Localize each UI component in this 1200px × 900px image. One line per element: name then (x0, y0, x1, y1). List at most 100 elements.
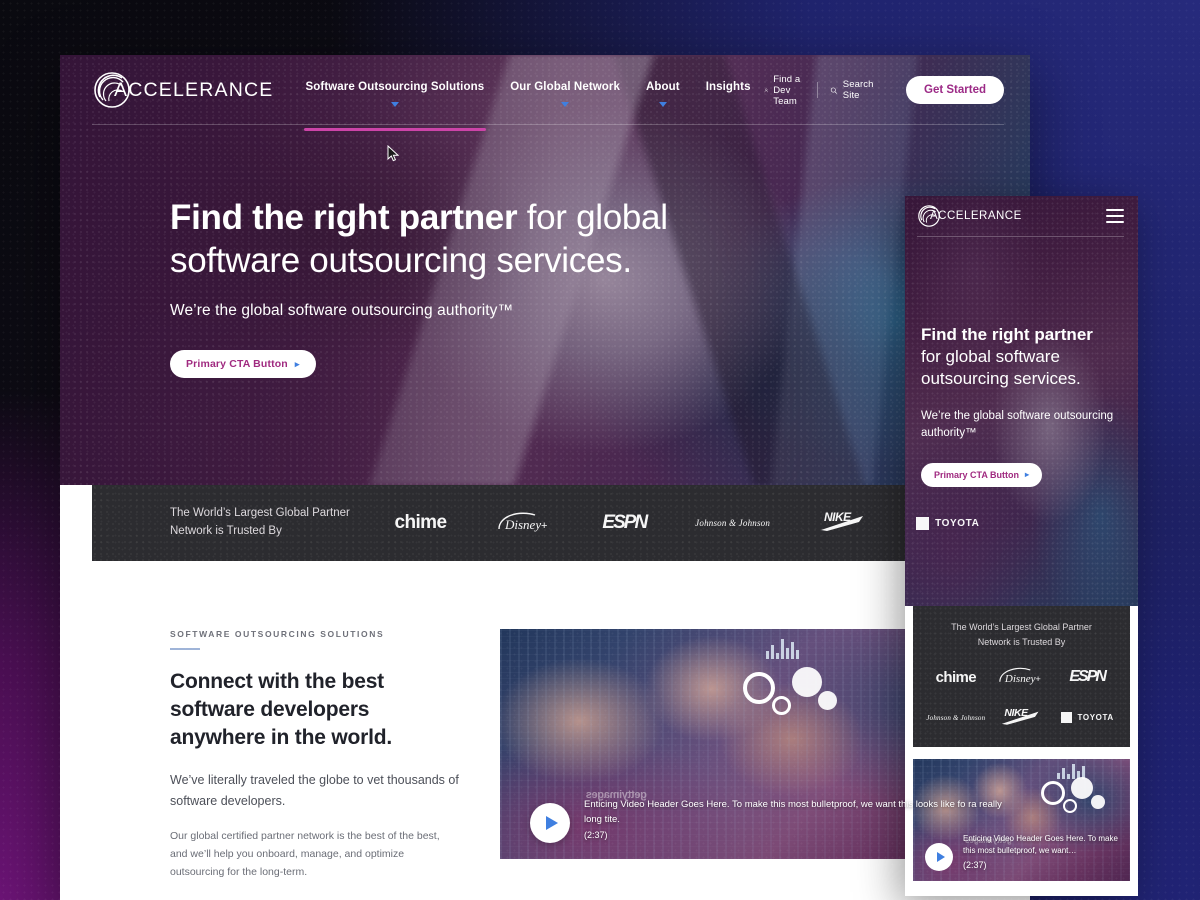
nav-utility-group: Find a Dev Team Search Site Get Started (751, 74, 1004, 107)
mobile-trusted-by-strip: The World’s Largest Global Partner Netwo… (913, 606, 1130, 747)
trusted-by-logo-strip: The World’s Largest Global Partner Netwo… (92, 485, 1030, 561)
mouse-cursor-icon (387, 144, 401, 163)
mobile-trusted-by-text: The World’s Largest Global Partner Netwo… (923, 620, 1120, 650)
hero-cta-label: Primary CTA Button (186, 358, 288, 371)
mobile-trusted-by-line-1: The World’s Largest Global Partner (951, 622, 1092, 632)
nav-item-our-global-network[interactable]: Our Global Network (510, 73, 620, 109)
search-site-link[interactable]: Search Site (817, 79, 890, 101)
nav-active-underline (303, 128, 487, 131)
mobile-mockup: ACCELERANCE Find the right partner for g… (905, 196, 1138, 896)
disney-plus-logo: Disney + (996, 664, 1046, 691)
mobile-hero-headline-bold: Find the right partner (921, 325, 1093, 344)
svg-text:+: + (541, 520, 547, 532)
circle-graphic (1063, 798, 1077, 813)
hero-primary-cta-button[interactable]: Primary CTA Button ▸ (170, 350, 316, 379)
trusted-by-line-1: The World’s Largest Global Partner (170, 507, 350, 520)
mobile-hero-copy: Find the right partner for global softwa… (905, 236, 1138, 487)
video-duration: (2:37) (584, 830, 608, 841)
hero-section: ACCELERANCE Software Outsourcing Solutio… (60, 55, 1030, 485)
arrow-right-icon: ▸ (1025, 470, 1030, 480)
hero-subheadline: We’re the global software outsourcing au… (170, 302, 514, 320)
espn-logo: ESPN (1069, 668, 1107, 686)
video-caption-text: Enticing Video Header Goes Here. To make… (584, 799, 1002, 825)
mobile-video-caption-text: Enticing Video Header Goes Here. To make… (963, 834, 1118, 856)
svg-text:Disney: Disney (504, 517, 541, 532)
play-button[interactable] (530, 803, 570, 843)
dot-graphic (1071, 776, 1093, 799)
nav-item-software-outsourcing-solutions[interactable]: Software Outsourcing Solutions (303, 73, 487, 131)
hero-headline: Find the right partner for global softwa… (170, 197, 730, 282)
eyebrow-accent-rule (170, 648, 200, 650)
circle-graphic (1041, 780, 1065, 805)
play-icon (546, 816, 558, 830)
hero-copy: Find the right partner for global softwa… (60, 125, 1030, 379)
toyota-wordmark: TOYOTA (935, 517, 980, 529)
mobile-hero-cta-label: Primary CTA Button (934, 469, 1020, 480)
nav-item-insights[interactable]: Insights (706, 73, 751, 109)
arrow-right-icon: ▸ (294, 358, 300, 369)
search-site-label: Search Site (842, 79, 874, 101)
dot-graphic (818, 691, 837, 710)
toyota-mark-icon (916, 516, 930, 530)
nav-item-label: Insights (705, 81, 751, 93)
section-lead-paragraph: We’ve literally traveled the globe to ve… (170, 773, 459, 808)
chime-logo: chime (394, 512, 448, 533)
hamburger-menu-icon[interactable] (1106, 209, 1124, 223)
mobile-hero-subheadline: We’re the global software outsourcing au… (921, 410, 1114, 439)
desktop-mockup: ACCELERANCE Software Outsourcing Solutio… (60, 55, 1030, 900)
main-navigation: ACCELERANCE Software Outsourcing Solutio… (60, 55, 1030, 131)
nav-item-label: Our Global Network (510, 81, 620, 93)
solutions-text-column: SOFTWARE OUTSOURCING SOLUTIONS Connect w… (170, 629, 500, 900)
circle-graphic (772, 696, 791, 715)
mobile-brand-logos: chime Disney + ESPN Johnson & Johnson NI… (923, 664, 1120, 731)
solutions-section: SOFTWARE OUTSOURCING SOLUTIONS Connect w… (60, 561, 1030, 900)
nike-logo: NIKE (1000, 705, 1042, 731)
trusted-by-line-2: Network is Trusted By (170, 525, 282, 537)
mobile-navigation: ACCELERANCE (905, 196, 1138, 236)
mobile-site-logo[interactable]: ACCELERANCE (917, 204, 1022, 228)
mobile-play-button[interactable] (925, 842, 953, 871)
section-heading: Connect with the best software developer… (170, 670, 392, 750)
nav-links: Software Outsourcing Solutions Our Globa… (303, 71, 751, 131)
section-body-paragraph: Our global certified partner network is … (170, 829, 440, 878)
toyota-logo: TOYOTA (916, 516, 980, 530)
nike-logo: NIKE (819, 509, 867, 537)
dot-graphic (1091, 794, 1105, 809)
section-eyebrow: SOFTWARE OUTSOURCING SOLUTIONS (170, 629, 385, 639)
hero-headline-bold: Find the right partner (170, 198, 518, 237)
svg-text:+: + (1036, 673, 1041, 683)
johnson-and-johnson-logo: Johnson & Johnson (926, 713, 986, 722)
chime-logo: chime (935, 668, 977, 686)
johnson-and-johnson-logo: Johnson & Johnson (695, 518, 771, 528)
mobile-trusted-by-line-2: Network is Trusted By (977, 636, 1066, 647)
toyota-logo: TOYOTA (1060, 712, 1114, 724)
mobile-video-caption: Enticing Video Header Goes Here. To make… (963, 833, 1122, 873)
user-icon (764, 88, 768, 92)
video-caption: Enticing Video Header Goes Here. To make… (584, 798, 1020, 843)
disney-plus-logo: Disney + (495, 508, 553, 539)
mobile-logo-wordmark: ACCELERANCE (930, 210, 1022, 222)
search-icon (831, 87, 838, 94)
nav-item-label: About (646, 81, 680, 93)
play-icon (936, 851, 945, 862)
toyota-mark-icon (1060, 712, 1072, 724)
chevron-down-icon (561, 102, 570, 107)
chevron-down-icon (390, 102, 399, 107)
site-logo[interactable]: ACCELERANCE (92, 70, 274, 110)
get-started-button[interactable]: Get Started (906, 76, 1004, 104)
espn-logo: ESPN (602, 512, 648, 533)
svg-text:Disney: Disney (1004, 672, 1036, 684)
trusted-by-text: The World’s Largest Global Partner Netwo… (170, 505, 370, 541)
mobile-video-duration: (2:37) (963, 860, 987, 871)
logo-wordmark: ACCELERANCE (114, 78, 274, 101)
brand-logos: chime Disney + ESPN Johnson & Johnson NI… (370, 508, 1004, 539)
nav-item-about[interactable]: About (646, 73, 680, 109)
dot-graphic (792, 667, 822, 697)
toyota-wordmark: TOYOTA (1077, 713, 1114, 723)
nav-item-label: Software Outsourcing Solutions (305, 81, 485, 93)
mobile-hero-headline-rest: for global software outsourcing services… (921, 347, 1081, 389)
mobile-primary-cta-button[interactable]: Primary CTA Button ▸ (921, 462, 1043, 487)
chevron-down-icon (658, 102, 667, 107)
find-a-dev-team-link[interactable]: Find a Dev Team (751, 74, 817, 107)
page-backdrop: ACCELERANCE Software Outsourcing Solutio… (0, 0, 1200, 900)
